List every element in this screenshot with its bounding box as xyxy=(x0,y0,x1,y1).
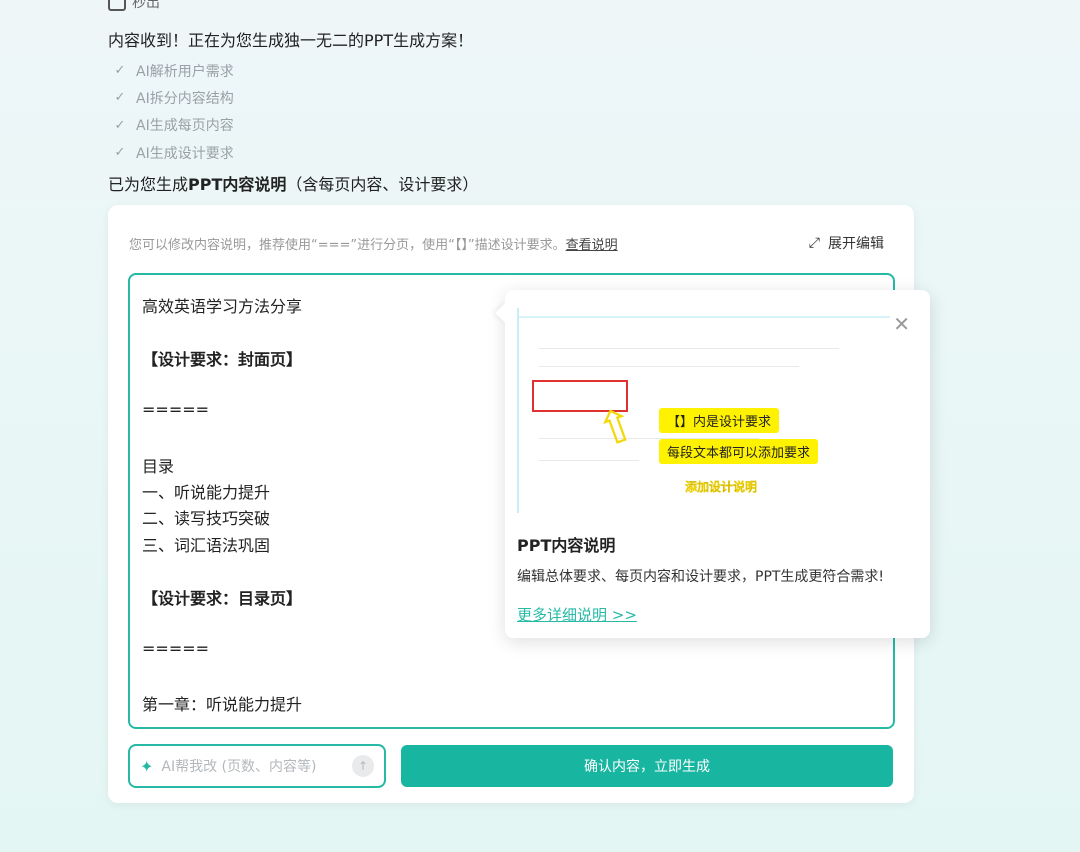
view-instructions-link[interactable]: 查看说明 xyxy=(566,238,618,253)
check-icon: ✓ xyxy=(114,90,126,106)
popover-title: PPT内容说明 xyxy=(517,536,616,555)
preview-topbar xyxy=(519,316,890,318)
ai-edit-input[interactable]: ✦ AI帮我改 (页数、内容等) ↑ xyxy=(128,744,386,788)
edit-hint: 您可以修改内容说明，推荐使用“===”进行分页，使用“【】”描述设计要求。查看说… xyxy=(129,234,618,253)
preview-tag: 【】内是设计要求 xyxy=(659,408,780,433)
preview-tag: 每段文本都可以添加要求 xyxy=(659,439,819,464)
check-icon: ✓ xyxy=(114,145,126,161)
expand-edit-button[interactable]: ⤢ 展开编辑 xyxy=(809,233,884,253)
popover-preview-image: ⇧ 【】内是设计要求 每段文本都可以添加要求 添加设计说明 xyxy=(517,308,890,513)
preview-line xyxy=(539,460,639,461)
top-status-text: 秒出 xyxy=(132,0,160,11)
step-item: ✓ AI生成设计要求 xyxy=(112,139,234,166)
expand-icon: ⤢ xyxy=(808,235,820,251)
editor-line: 【设计要求：封面页】 xyxy=(142,350,303,369)
step-label: AI生成设计要求 xyxy=(136,145,234,162)
step-item: ✓ AI解析用户需求 xyxy=(112,57,234,84)
confirm-generate-button[interactable]: 确认内容，立即生成 xyxy=(401,745,893,787)
editor-line: 【设计要求：目录页】 xyxy=(142,589,303,608)
editor-line: ===== xyxy=(142,400,210,419)
ai-edit-placeholder: AI帮我改 (页数、内容等) xyxy=(161,759,317,775)
result-subline: 已为您生成PPT内容说明（含每页内容、设计要求） xyxy=(108,171,478,195)
help-popover: ✕ ⇧ 【】内是设计要求 每段文本都可以添加要求 添加设计说明 PPT内容说明 … xyxy=(505,290,930,638)
step-item: ✓ AI生成每页内容 xyxy=(112,112,234,139)
preview-line xyxy=(539,366,799,367)
step-label: AI生成每页内容 xyxy=(136,118,234,135)
editor-line: ===== xyxy=(142,639,210,658)
hint-text: 您可以修改内容说明，推荐使用“===”进行分页，使用“【】”描述设计要求。 xyxy=(129,238,566,253)
top-status: 秒出 xyxy=(108,0,160,12)
step-label: AI解析用户需求 xyxy=(136,63,234,80)
check-icon: ✓ xyxy=(114,63,126,79)
preview-line xyxy=(539,348,839,349)
editor-line: 三、词汇语法巩固 xyxy=(142,536,271,555)
preview-tag: 添加设计说明 xyxy=(685,480,758,494)
editor-line: 第一章：听说能力提升 xyxy=(142,695,303,714)
more-details-link[interactable]: 更多详细说明 >> xyxy=(517,604,637,625)
subline-prefix: 已为您生成 xyxy=(108,175,189,194)
check-icon: ✓ xyxy=(114,117,126,133)
expand-edit-label: 展开编辑 xyxy=(828,236,884,252)
step-label: AI拆分内容结构 xyxy=(136,90,234,107)
send-arrow-icon[interactable]: ↑ xyxy=(352,755,374,777)
close-icon[interactable]: ✕ xyxy=(893,314,910,334)
popover-description: 编辑总体要求、每页内容和设计要求，PPT生成更符合需求! xyxy=(517,569,885,585)
subline-suffix: （含每页内容、设计要求） xyxy=(286,175,479,194)
editor-line: 二、读写技巧突破 xyxy=(142,509,271,528)
clipboard-icon xyxy=(108,0,126,11)
sparkle-icon: ✦ xyxy=(140,756,154,776)
subline-bold: PPT内容说明 xyxy=(188,175,287,194)
step-item: ✓ AI拆分内容结构 xyxy=(112,84,234,111)
arrow-icon: ⇧ xyxy=(588,395,644,459)
editor-line: 一、听说能力提升 xyxy=(142,483,271,502)
editor-line: 目录 xyxy=(142,457,175,476)
progress-steps: ✓ AI解析用户需求 ✓ AI拆分内容结构 ✓ AI生成每页内容 ✓ AI生成设计要求 xyxy=(112,57,234,166)
status-headline: 内容收到！正在为您生成独一无二的PPT生成方案！ xyxy=(108,31,474,50)
editor-line: 高效英语学习方法分享 xyxy=(142,297,303,316)
